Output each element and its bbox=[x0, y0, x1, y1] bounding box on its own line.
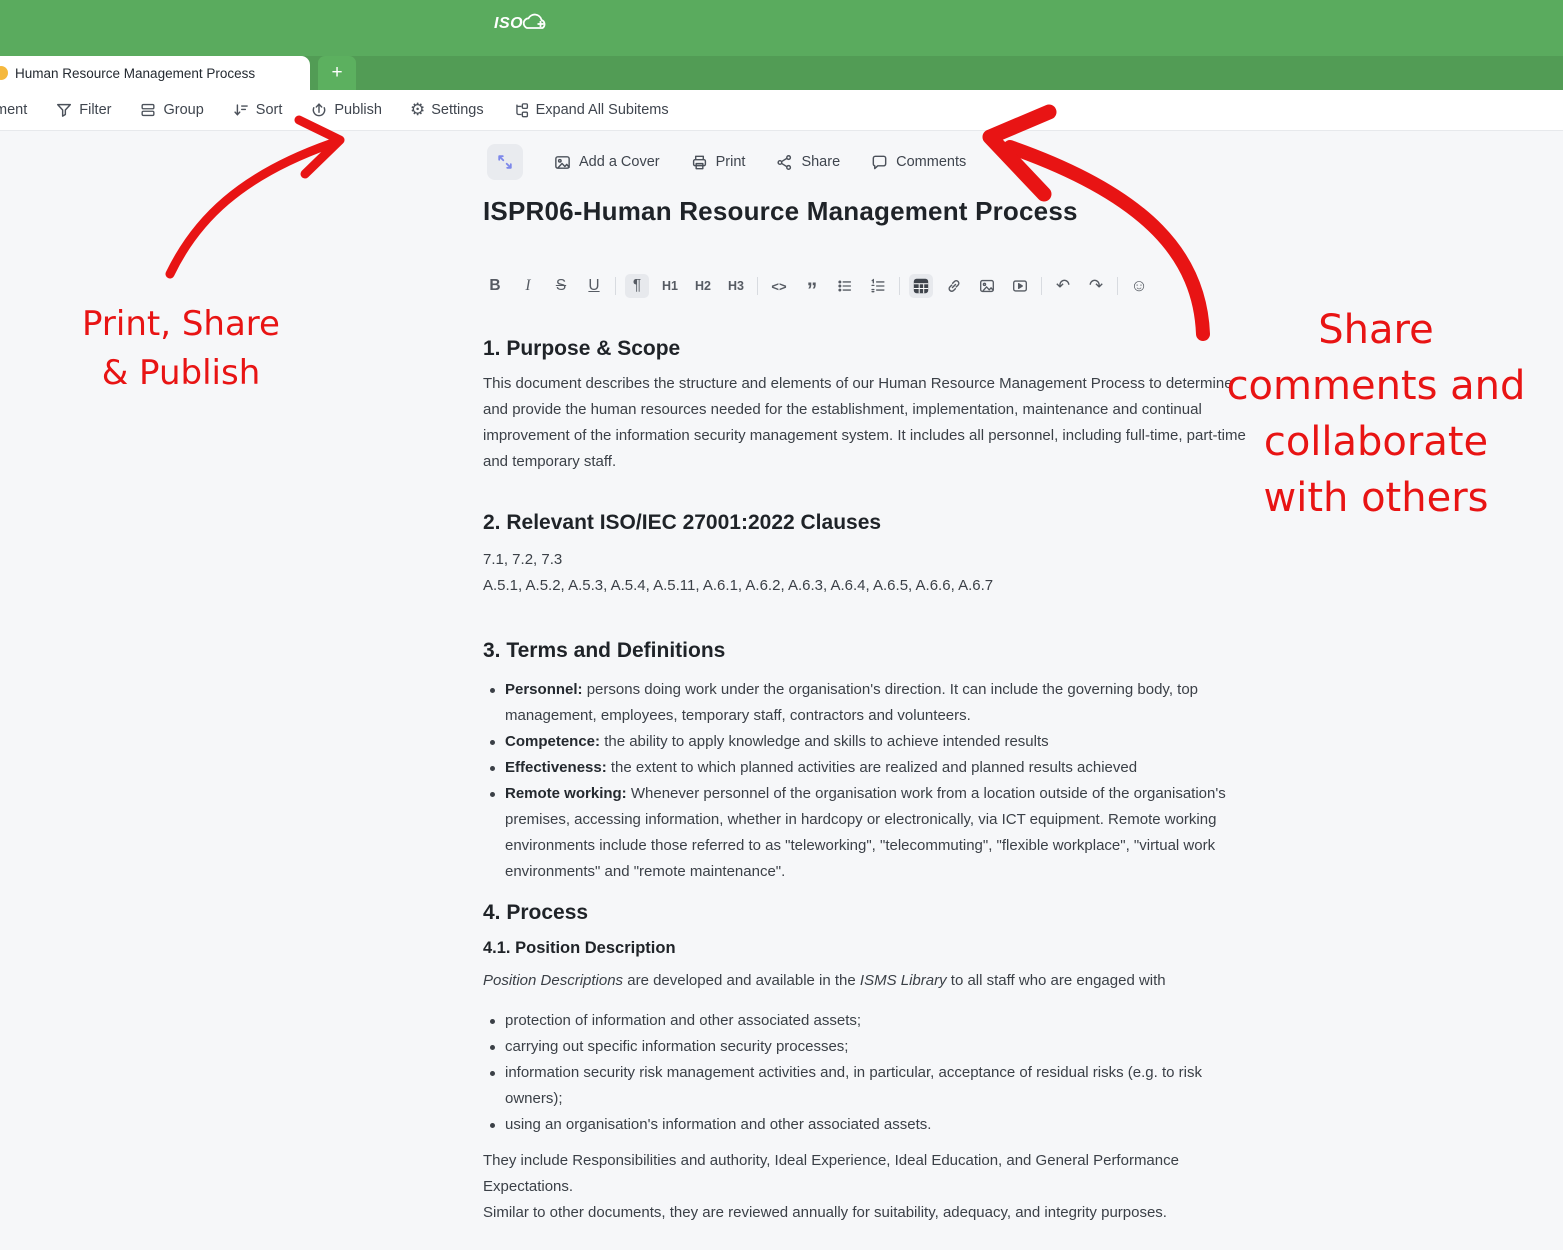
engagement-list: protection of information and other asso… bbox=[483, 1008, 1249, 1138]
truncated-label: ment bbox=[0, 102, 27, 118]
list-item: Effectiveness: the extent to which plann… bbox=[483, 755, 1249, 781]
tab-bar: Human Resource Management Process + bbox=[0, 56, 1563, 90]
video-icon bbox=[1011, 277, 1029, 295]
closing-paragraph: They include Responsibilities and author… bbox=[483, 1148, 1249, 1226]
link-icon bbox=[945, 277, 963, 295]
toolbar-divider bbox=[615, 277, 616, 295]
insert-image-icon bbox=[978, 277, 996, 295]
bullet-list-icon bbox=[836, 277, 854, 295]
tab-label: Human Resource Management Process bbox=[15, 66, 255, 81]
heading3-button[interactable]: H3 bbox=[724, 274, 748, 298]
list-item: protection of information and other asso… bbox=[483, 1008, 1249, 1034]
table-button[interactable] bbox=[909, 274, 933, 298]
clause-line-1: 7.1, 7.2, 7.3 bbox=[483, 547, 1249, 573]
printer-icon bbox=[690, 153, 709, 172]
strikethrough-button[interactable]: S bbox=[549, 274, 573, 298]
document-panel: Add a Cover Print Share Comments bbox=[483, 131, 1249, 1226]
share-icon bbox=[775, 153, 794, 172]
clause-line-2: A.5.1, A.5.2, A.5.3, A.5.4, A.5.11, A.6.… bbox=[483, 573, 1249, 599]
print-button[interactable]: Print bbox=[690, 153, 746, 172]
section-4-heading: 4. Process bbox=[483, 901, 1249, 925]
section-4-1-heading: 4.1. Position Description bbox=[483, 939, 1249, 958]
app-window: ISO Human Resource Management Process + … bbox=[0, 0, 1563, 1250]
list-item: Personnel: persons doing work under the … bbox=[483, 677, 1249, 729]
list-item: carrying out specific information securi… bbox=[483, 1034, 1249, 1060]
list-item: Competence: the ability to apply knowled… bbox=[483, 729, 1249, 755]
tab-favicon-icon bbox=[0, 66, 8, 80]
publish-icon bbox=[310, 101, 328, 119]
link-button[interactable] bbox=[942, 274, 966, 298]
settings-button[interactable]: ⚙ Settings bbox=[410, 101, 484, 119]
tab-human-resource-management-process[interactable]: Human Resource Management Process bbox=[0, 56, 310, 90]
closing-line-1: They include Responsibilities and author… bbox=[483, 1148, 1249, 1200]
insert-image-button[interactable] bbox=[975, 274, 999, 298]
table-icon bbox=[912, 277, 930, 295]
new-tab-button[interactable]: + bbox=[318, 56, 356, 90]
document-toolbar: Add a Cover Print Share Comments bbox=[483, 144, 1249, 180]
insert-video-button[interactable] bbox=[1008, 274, 1032, 298]
group-button[interactable]: Group bbox=[139, 101, 203, 119]
heading1-button[interactable]: H1 bbox=[658, 274, 682, 298]
view-toolbar: ment Filter Group Sort Publish bbox=[0, 90, 1563, 131]
paragraph-button[interactable]: ¶ bbox=[625, 274, 649, 298]
position-description-intro: Position Descriptions are developed and … bbox=[483, 968, 1249, 994]
group-icon bbox=[139, 101, 157, 119]
sort-icon bbox=[232, 101, 250, 119]
list-item: using an organisation's information and … bbox=[483, 1112, 1249, 1138]
annotation-print-share-publish: Print, Share & Publish bbox=[28, 300, 334, 398]
expand-arrows-icon bbox=[495, 152, 515, 172]
numbered-list-icon bbox=[869, 277, 887, 295]
sort-button[interactable]: Sort bbox=[232, 101, 283, 119]
cloud-plus-icon bbox=[519, 12, 549, 36]
toolbar-divider bbox=[1117, 277, 1118, 295]
comments-button[interactable]: Comments bbox=[870, 153, 966, 172]
underline-button[interactable]: U bbox=[582, 274, 606, 298]
section-1-heading: 1. Purpose & Scope bbox=[483, 337, 1249, 361]
heading2-button[interactable]: H2 bbox=[691, 274, 715, 298]
undo-button[interactable]: ↶ bbox=[1051, 274, 1075, 298]
bold-button[interactable]: B bbox=[483, 274, 507, 298]
top-app-bar: ISO bbox=[0, 0, 1563, 56]
bullet-list-button[interactable] bbox=[833, 274, 857, 298]
list-item: information security risk management act… bbox=[483, 1060, 1249, 1112]
section-3-heading: 3. Terms and Definitions bbox=[483, 639, 1249, 663]
filter-icon bbox=[55, 101, 73, 119]
terms-list: Personnel: persons doing work under the … bbox=[483, 677, 1249, 885]
document-title: ISPR06-Human Resource Management Process bbox=[483, 196, 1249, 227]
numbered-list-button[interactable] bbox=[866, 274, 890, 298]
quote-button[interactable]: ” bbox=[800, 274, 824, 298]
closing-line-2: Similar to other documents, they are rev… bbox=[483, 1200, 1249, 1226]
document-actions: Add a Cover Print Share Comments bbox=[553, 153, 966, 172]
toolbar-divider bbox=[1041, 277, 1042, 295]
toolbar-divider bbox=[757, 277, 758, 295]
formatting-toolbar: B I S U ¶ H1 H2 H3 <> ” bbox=[483, 271, 1249, 301]
gear-icon: ⚙ bbox=[410, 101, 425, 119]
italic-button[interactable]: I bbox=[516, 274, 540, 298]
comment-icon bbox=[870, 153, 889, 172]
view-toolbar-item-truncated[interactable]: ment bbox=[0, 102, 27, 118]
toolbar-divider bbox=[899, 277, 900, 295]
subitems-tree-icon bbox=[512, 101, 530, 119]
publish-button[interactable]: Publish bbox=[310, 101, 382, 119]
iso-logo: ISO bbox=[494, 12, 549, 36]
list-item: Remote working: Whenever personnel of th… bbox=[483, 781, 1249, 885]
add-cover-button[interactable]: Add a Cover bbox=[553, 153, 660, 172]
annotation-share-comments: Share comments and collaborate with othe… bbox=[1218, 302, 1534, 526]
section-1-paragraph: This document describes the structure an… bbox=[483, 371, 1249, 475]
content-area: Add a Cover Print Share Comments bbox=[0, 131, 1563, 1250]
expand-document-button[interactable] bbox=[487, 144, 523, 180]
image-icon bbox=[553, 153, 572, 172]
emoji-button[interactable]: ☺ bbox=[1127, 274, 1151, 298]
share-button[interactable]: Share bbox=[775, 153, 840, 172]
expand-all-subitems-button[interactable]: Expand All Subitems bbox=[512, 101, 669, 119]
section-2-clauses: 7.1, 7.2, 7.3 A.5.1, A.5.2, A.5.3, A.5.4… bbox=[483, 547, 1249, 599]
section-2-heading: 2. Relevant ISO/IEC 27001:2022 Clauses bbox=[483, 511, 1249, 535]
code-button[interactable]: <> bbox=[767, 274, 791, 298]
filter-button[interactable]: Filter bbox=[55, 101, 111, 119]
redo-button[interactable]: ↷ bbox=[1084, 274, 1108, 298]
